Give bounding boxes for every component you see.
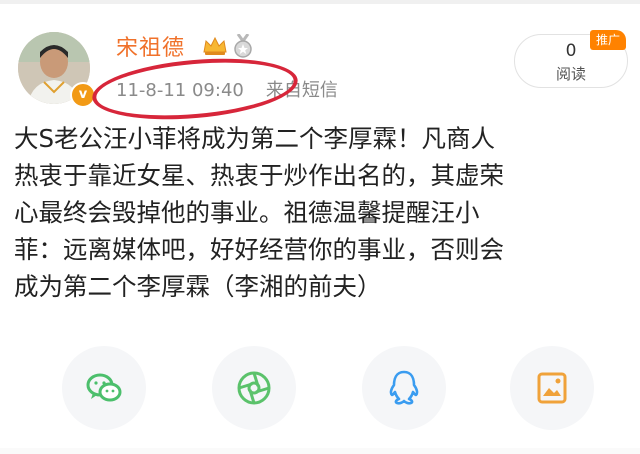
moments-icon: [237, 371, 271, 405]
crown-icon: [203, 36, 227, 55]
promo-tag[interactable]: 推广: [590, 30, 626, 50]
qq-icon: [389, 370, 419, 405]
top-edge: [0, 0, 640, 4]
share-bar: [0, 340, 640, 454]
medal-icon: [234, 34, 252, 58]
share-qq-button[interactable]: [362, 346, 446, 430]
bottom-divider: [0, 448, 640, 454]
wechat-icon: [86, 373, 122, 402]
post-body-line: 心最终会毁掉他的事业。祖德温馨提醒汪小: [14, 198, 480, 227]
username[interactable]: 宋祖德: [116, 30, 185, 62]
read-label: 阅读: [555, 65, 586, 83]
share-wechat-button[interactable]: [62, 346, 146, 430]
post-body-line: 大S老公汪小菲将成为第二个李厚霖！凡商人: [14, 124, 496, 153]
post-body-line: 热衷于靠近女星、热衷于炒作出名的，其虚荣: [14, 161, 504, 190]
post-body: 大S老公汪小菲将成为第二个李厚霖！凡商人 热衷于靠近女星、热衷于炒作出名的，其虚…: [14, 120, 626, 305]
save-image-button[interactable]: [510, 346, 594, 430]
save-image-icon: [537, 372, 567, 404]
post-body-line: 成为第二个李厚霖（李湘的前夫）: [14, 272, 382, 301]
share-moments-button[interactable]: [212, 346, 296, 430]
red-annotation-circle: [89, 51, 301, 127]
post-body-line: 菲：远离媒体吧，好好经营你的事业，否则会: [14, 235, 504, 264]
